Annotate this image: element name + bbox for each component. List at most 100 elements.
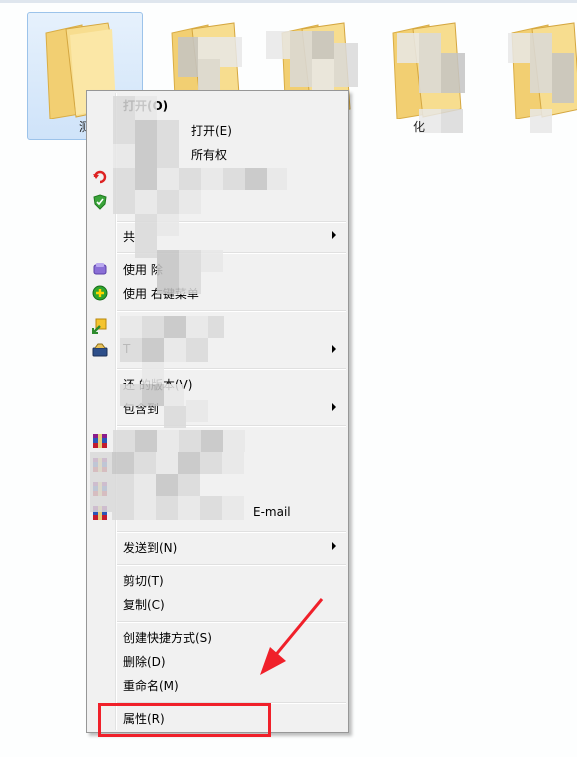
blur-mosaic: [200, 452, 222, 474]
menu-separator: [117, 531, 346, 533]
menu-item-label: 共: [123, 230, 136, 244]
menu-item-label: 所有权: [191, 148, 228, 162]
blur-mosaic: [201, 250, 223, 272]
blur-mosaic: [157, 430, 179, 452]
menu-item-label: 剪切(T): [123, 574, 164, 588]
blur-mosaic: [156, 452, 178, 474]
yellow-arrows-icon: [92, 318, 107, 334]
window-top-border: [0, 0, 577, 3]
blur-mosaic: [179, 168, 201, 190]
shield-icon: [93, 194, 107, 210]
blur-mosaic: [135, 214, 157, 236]
menu-item-label: 发送到(N): [123, 541, 178, 555]
blur-mosaic: [112, 452, 134, 474]
blur-mosaic: [223, 430, 245, 452]
folder-name-fragment: 化: [412, 120, 425, 134]
blur-mosaic: [90, 452, 112, 512]
blur-mosaic: [178, 452, 200, 474]
blur-mosaic: [135, 96, 157, 120]
blur-mosaic: [120, 384, 142, 406]
blur-mosaic: [200, 496, 222, 520]
blur-mosaic: [157, 168, 179, 190]
blur-mosaic: [164, 316, 186, 338]
blur-mosaic: [112, 474, 134, 496]
blur-mosaic: [334, 43, 358, 87]
menu-item-use-context[interactable]: 使用 右键菜单: [87, 281, 348, 305]
blur-mosaic: [120, 316, 142, 338]
blur-mosaic: [222, 496, 244, 520]
green-plus-icon: [92, 285, 108, 301]
winrar-icon: [93, 434, 107, 448]
blur-mosaic: [312, 31, 334, 59]
menu-item-label: 删除(D): [123, 655, 166, 669]
blur-mosaic: [179, 190, 201, 214]
menu-item-label: 重命名(M): [123, 679, 179, 693]
blur-mosaic: [220, 37, 242, 67]
blur-mosaic: [267, 168, 287, 190]
blur-mosaic: [266, 31, 290, 59]
annotation-arrow-icon: [260, 598, 324, 675]
blur-mosaic: [186, 338, 208, 362]
blur-mosaic: [142, 316, 164, 338]
blur-mosaic: [134, 452, 156, 474]
blur-mosaic: [157, 120, 179, 144]
blur-mosaic: [164, 338, 186, 362]
menu-item-share[interactable]: 共: [87, 224, 348, 248]
blur-mosaic: [142, 362, 164, 384]
blur-mosaic: [178, 37, 198, 77]
folder-item-5[interactable]: [495, 12, 577, 140]
blur-mosaic: [552, 53, 574, 103]
blur-mosaic: [120, 338, 142, 362]
blur-mosaic: [290, 31, 312, 87]
blur-mosaic: [157, 190, 179, 214]
menu-separator: [117, 310, 346, 312]
blur-mosaic: [222, 452, 244, 474]
submenu-arrow-icon: [332, 403, 336, 411]
blur-mosaic: [201, 168, 223, 190]
menu-item-label: 打开(E): [191, 124, 232, 138]
menu-item-label: 复制(C): [123, 598, 165, 612]
blur-mosaic: [135, 144, 157, 168]
blur-mosaic: [135, 120, 157, 144]
submenu-arrow-icon: [332, 231, 336, 239]
blur-mosaic: [530, 109, 552, 133]
blur-mosaic: [208, 316, 224, 338]
blur-mosaic: [164, 384, 184, 406]
toolbox-icon: [92, 343, 108, 357]
blur-mosaic: [179, 272, 201, 294]
folder-item-4[interactable]: 化: [376, 12, 492, 140]
blur-mosaic: [201, 430, 223, 452]
menu-item-send-to[interactable]: 发送到(N): [87, 535, 348, 559]
blur-mosaic: [156, 474, 178, 496]
blur-mosaic: [134, 496, 156, 520]
menu-item-cut[interactable]: 剪切(T): [87, 568, 348, 592]
menu-item-label: 创建快捷方式(S): [123, 631, 212, 645]
blur-mosaic: [178, 474, 200, 496]
submenu-arrow-icon: [332, 345, 336, 353]
menu-separator: [117, 564, 346, 566]
blur-mosaic: [157, 214, 179, 236]
blur-mosaic: [135, 236, 157, 258]
blur-mosaic: [142, 384, 164, 406]
submenu-arrow-icon: [332, 542, 336, 550]
blur-mosaic: [113, 96, 135, 120]
blur-mosaic: [441, 53, 465, 93]
blur-mosaic: [113, 120, 135, 144]
blur-mosaic: [530, 33, 552, 93]
blur-mosaic: [157, 250, 179, 272]
blur-mosaic: [113, 168, 135, 190]
blur-mosaic: [156, 496, 178, 520]
blur-mosaic: [157, 144, 179, 168]
blur-mosaic: [135, 430, 157, 452]
blur-mosaic: [508, 33, 530, 63]
red-undo-icon: [93, 170, 107, 184]
blur-mosaic: [134, 474, 156, 496]
blur-mosaic: [179, 430, 201, 452]
blur-mosaic: [135, 168, 157, 190]
blur-mosaic: [186, 400, 208, 422]
menu-separator: [117, 425, 346, 427]
blur-mosaic: [178, 496, 200, 520]
blur-mosaic: [113, 144, 135, 168]
blur-mosaic: [113, 430, 135, 452]
blur-mosaic: [397, 33, 419, 63]
